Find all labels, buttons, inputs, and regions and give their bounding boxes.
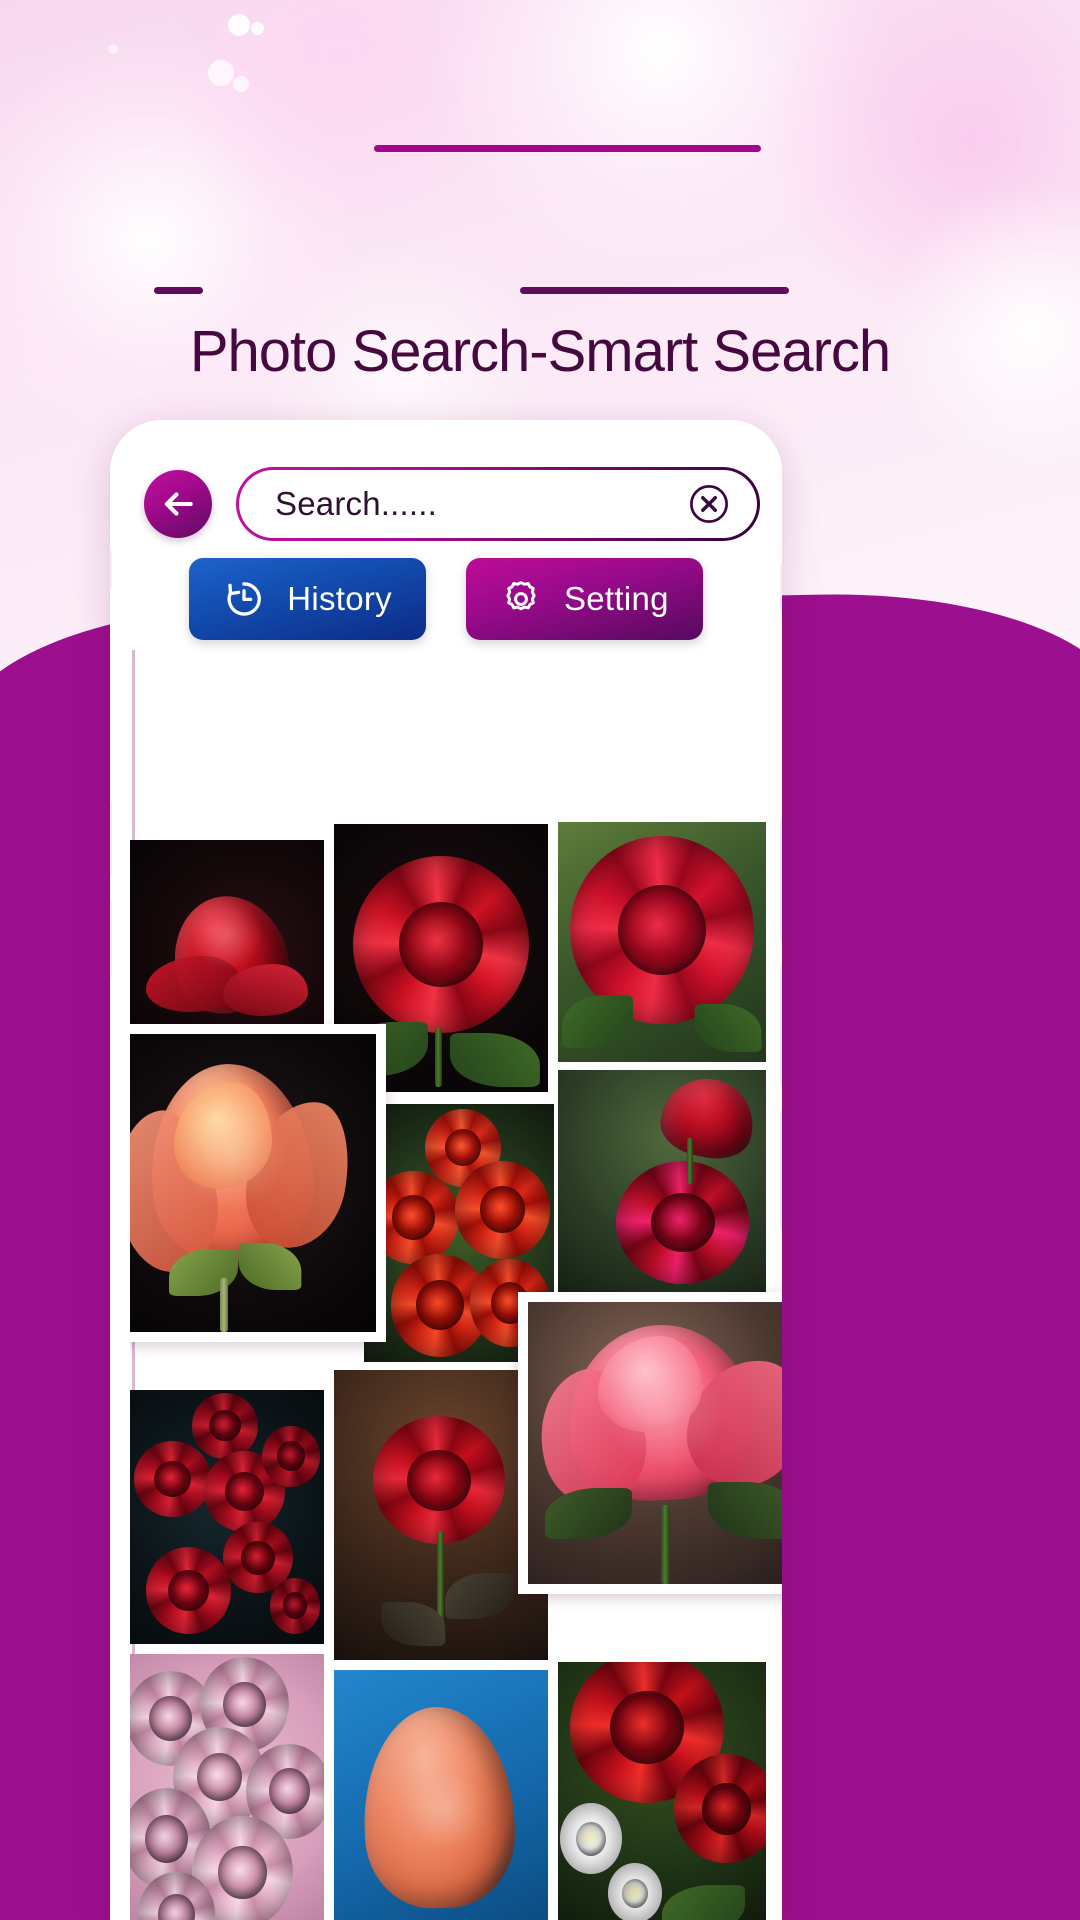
gallery-item[interactable] — [130, 1654, 324, 1920]
history-clock-icon — [227, 582, 262, 616]
gallery-item[interactable] — [334, 1370, 548, 1660]
gallery-item[interactable] — [558, 822, 766, 1062]
gallery-item[interactable] — [558, 1662, 766, 1920]
phone-screen: Search...... History Setting — [110, 420, 782, 1920]
search-input[interactable]: Search...... — [236, 467, 760, 541]
back-button[interactable] — [144, 470, 212, 538]
gallery-item-highlighted[interactable] — [130, 1024, 386, 1342]
phone-volume-up-button — [110, 800, 112, 878]
gallery-item-highlighted[interactable] — [518, 1292, 782, 1594]
setting-button[interactable]: Setting — [465, 558, 703, 640]
setting-button-label: Setting — [563, 580, 669, 617]
phone-mockup: Search...... History Setting — [110, 420, 782, 1920]
promo-title-space — [378, 150, 426, 300]
gallery-item[interactable] — [130, 840, 324, 1040]
promo-title-image: Image — [474, 158, 938, 302]
promo-title-line-2: By Image — [0, 158, 1080, 302]
history-button[interactable]: History — [189, 558, 426, 640]
search-bar-row: Search...... — [144, 464, 760, 544]
promo-title-search: Search — [309, 20, 771, 156]
promo-screenshot: Search By Image Photo Search-Smart Searc… — [0, 0, 1080, 1920]
image-results-grid — [130, 652, 782, 1920]
arrow-left-icon — [164, 492, 193, 516]
search-placeholder-text: Search...... — [275, 485, 437, 522]
promo-title-line-1: Search — [0, 28, 1080, 158]
close-circle-icon[interactable] — [687, 482, 731, 526]
gallery-item[interactable] — [334, 1670, 548, 1920]
phone-volume-down-button — [110, 900, 112, 978]
gallery-item[interactable] — [558, 1070, 766, 1298]
gear-icon — [506, 581, 536, 611]
gallery-item[interactable] — [130, 1390, 324, 1644]
promo-subtitle: Photo Search-Smart Search — [189, 319, 891, 384]
promo-title-by: By — [142, 158, 331, 302]
action-buttons-row: History Setting — [110, 558, 782, 640]
history-button-label: History — [287, 580, 392, 617]
